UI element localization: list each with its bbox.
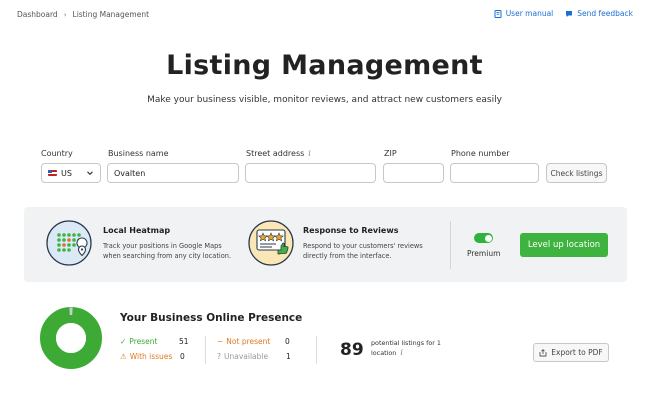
- question-icon: ?: [217, 352, 221, 361]
- heatmap-icon: [46, 220, 92, 266]
- phone-input[interactable]: [450, 163, 539, 183]
- book-icon: [494, 9, 502, 18]
- phone-label: Phone number: [451, 149, 510, 158]
- export-icon: [539, 348, 547, 356]
- premium-label: Premium: [467, 249, 501, 258]
- user-manual-link[interactable]: User manual: [494, 9, 554, 18]
- send-feedback-label: Send feedback: [577, 9, 633, 18]
- business-name-input[interactable]: Ovalten: [107, 163, 239, 183]
- unavailable-stat[interactable]: ? Unavailable: [217, 352, 268, 361]
- promo-divider: [450, 221, 451, 269]
- country-label: Country: [41, 149, 73, 158]
- zip-input[interactable]: [383, 163, 444, 183]
- unavailable-count: 1: [286, 352, 291, 361]
- top-links: User manual Send feedback: [494, 9, 633, 18]
- present-count: 51: [179, 337, 189, 346]
- level-up-location-button[interactable]: Level up location: [520, 233, 608, 257]
- user-manual-label: User manual: [505, 9, 554, 18]
- street-address-input[interactable]: [245, 163, 376, 183]
- street-address-label-text: Street address: [246, 149, 305, 158]
- heatmap-description-line-2: when searching from any city location.: [103, 252, 232, 260]
- not-present-stat[interactable]: − Not present: [217, 337, 270, 346]
- breadcrumb-chevron-icon: ›: [63, 10, 67, 19]
- info-icon[interactable]: i: [308, 149, 311, 158]
- business-name-label: Business name: [108, 149, 169, 158]
- breadcrumb-current: Listing Management: [72, 10, 150, 19]
- potential-listings-line-2: location i: [371, 348, 451, 358]
- with-issues-count: 0: [180, 352, 185, 361]
- with-issues-stat[interactable]: ⚠ With issues: [120, 352, 172, 361]
- heatmap-description: Track your positions in Google Maps when…: [103, 241, 231, 261]
- not-present-label: Not present: [226, 337, 271, 346]
- zip-label: ZIP: [384, 149, 397, 158]
- country-value: US: [61, 168, 72, 178]
- check-icon: ✓: [120, 337, 127, 346]
- reviews-title: Response to Reviews: [303, 226, 399, 235]
- heatmap-description-line-1: Track your positions in Google Maps: [103, 242, 222, 250]
- chevron-down-icon: [87, 171, 93, 176]
- page-subtitle: Make your business visible, monitor revi…: [147, 95, 502, 105]
- top-bar: Dashboard › Listing Management User manu…: [0, 0, 649, 28]
- us-flag-icon: [48, 170, 57, 176]
- minus-icon: −: [217, 337, 224, 346]
- country-select[interactable]: US: [41, 163, 101, 183]
- breadcrumb-dashboard-link[interactable]: Dashboard: [17, 10, 58, 19]
- potential-listings-line-2-text: location: [371, 349, 397, 357]
- export-to-pdf-label: Export to PDF: [551, 348, 603, 357]
- reviews-description-line-1: Respond to your customers' reviews: [303, 242, 423, 250]
- reviews-description: Respond to your customers' reviews direc…: [303, 241, 423, 261]
- stats-divider-1: [205, 336, 206, 364]
- potential-listings-text: potential listings for 1 location i: [371, 338, 451, 358]
- not-present-count: 0: [285, 337, 290, 346]
- premium-toggle[interactable]: [474, 233, 493, 243]
- page-title: Listing Management: [166, 50, 483, 81]
- breadcrumb: Dashboard › Listing Management: [17, 10, 149, 19]
- potential-listings-count: 89: [340, 340, 364, 360]
- info-icon[interactable]: i: [400, 348, 403, 357]
- donut-unavailable-segment: [69, 307, 73, 315]
- presence-donut-chart: [40, 307, 102, 369]
- online-presence-section: Your Business Online Presence ✓ Present …: [0, 305, 649, 400]
- present-label: Present: [129, 337, 158, 346]
- export-to-pdf-button[interactable]: Export to PDF: [533, 343, 609, 362]
- with-issues-label: With issues: [129, 352, 173, 361]
- present-stat[interactable]: ✓ Present: [120, 337, 157, 346]
- warning-icon: ⚠: [120, 352, 127, 361]
- premium-promo-banner: Local Heatmap Track your positions in Go…: [24, 207, 627, 282]
- check-listings-button[interactable]: Check listings: [546, 163, 607, 183]
- potential-listings-line-1: potential listings for 1: [371, 339, 441, 347]
- chat-bubble-icon: [566, 10, 573, 17]
- heatmap-title: Local Heatmap: [103, 226, 171, 235]
- presence-title: Your Business Online Presence: [120, 312, 303, 324]
- business-name-value: Ovalten: [114, 168, 146, 178]
- unavailable-label: Unavailable: [223, 352, 269, 361]
- reviews-description-line-2: directly from the interface.: [303, 252, 392, 260]
- stats-divider-2: [316, 336, 317, 364]
- send-feedback-link[interactable]: Send feedback: [565, 9, 633, 18]
- reviews-icon: [248, 220, 294, 266]
- street-address-label: Street address i: [246, 149, 311, 158]
